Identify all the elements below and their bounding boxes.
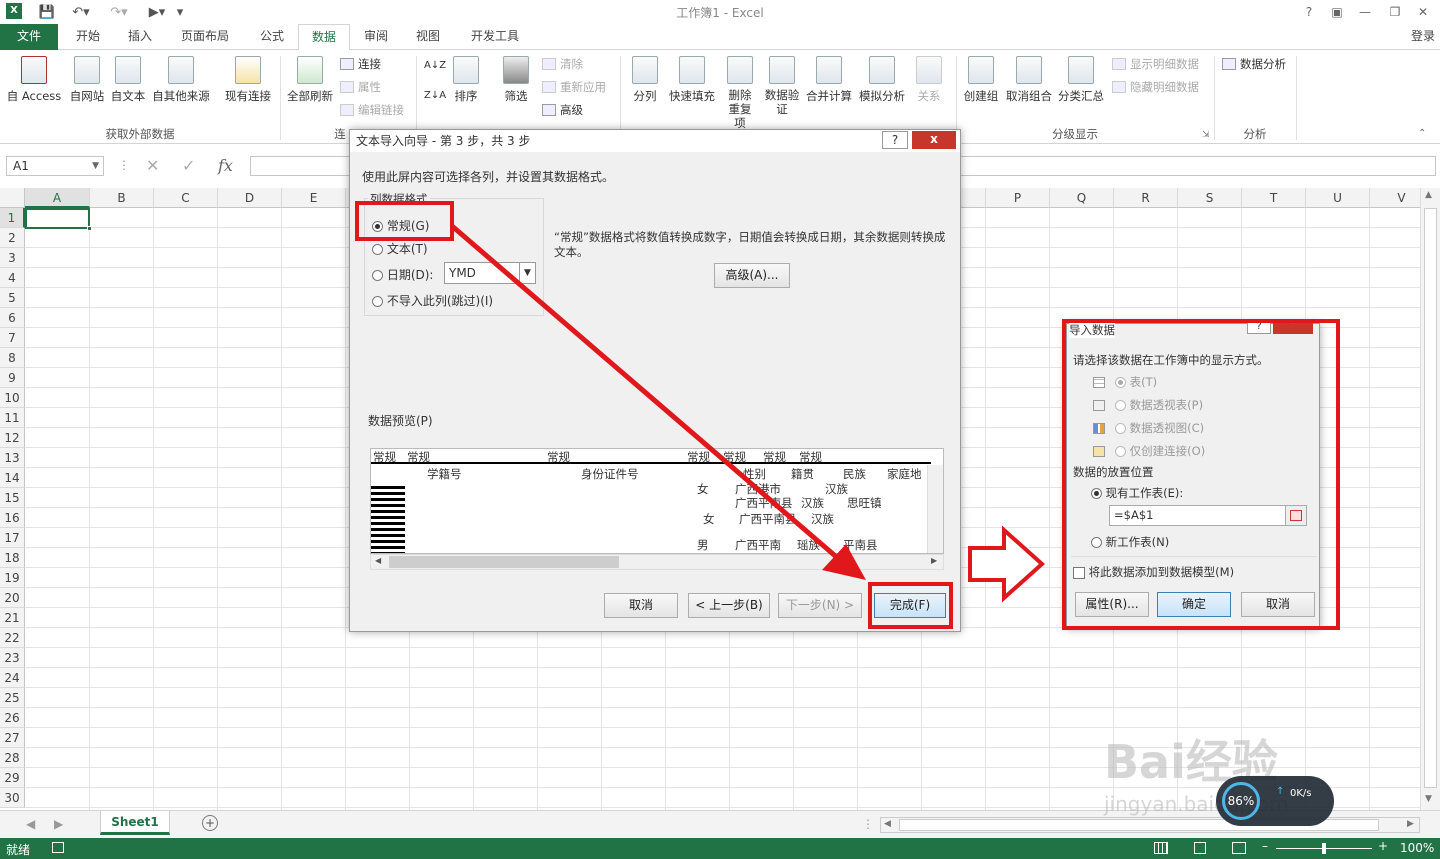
speed-widget: 86% 0K/s ↑	[1216, 776, 1334, 826]
upload-icon: ↑	[1276, 786, 1285, 797]
speed-percent: 86%	[1222, 782, 1260, 820]
right-arrow	[968, 525, 1045, 603]
highlight-import-dialog	[1062, 319, 1340, 630]
speed-text: 0K/s	[1290, 788, 1312, 799]
arrow-line	[450, 224, 842, 562]
